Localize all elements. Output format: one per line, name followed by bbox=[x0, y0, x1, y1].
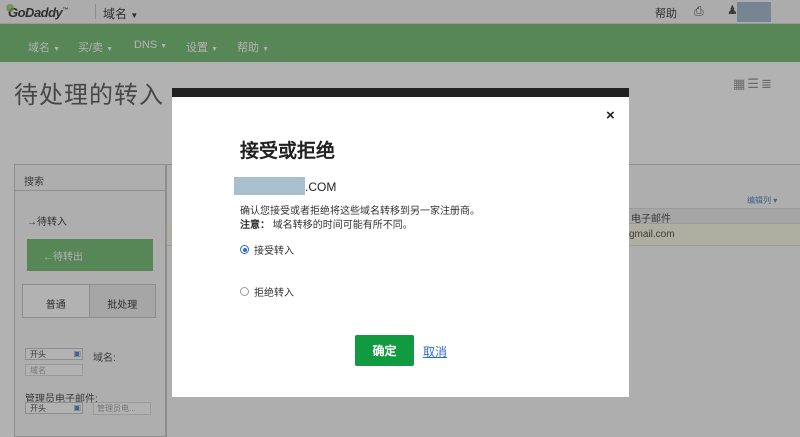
domain-suffix: .COM bbox=[305, 180, 337, 194]
accept-reject-dialog: × 接受或拒绝 .COM 确认您接受或者拒绝将这些域名转移到另一家注册商。 注意… bbox=[172, 88, 629, 397]
accept-label: 接受转入 bbox=[254, 246, 294, 257]
accept-radio[interactable] bbox=[240, 245, 249, 254]
close-icon[interactable]: × bbox=[606, 107, 615, 124]
accept-option[interactable]: 接受转入 bbox=[240, 242, 294, 257]
note-message: 注意： 域名转移的时间可能有所不同。 bbox=[240, 216, 413, 231]
note-label: 注意： bbox=[240, 220, 270, 231]
domain-name-redacted bbox=[234, 177, 305, 195]
reject-label: 拒绝转入 bbox=[254, 288, 294, 299]
cancel-link[interactable]: 取消 bbox=[423, 343, 447, 360]
note-body: 域名转移的时间可能有所不同。 bbox=[272, 220, 413, 231]
dialog-title: 接受或拒绝 bbox=[240, 141, 336, 162]
ok-button[interactable]: 确定 bbox=[355, 335, 414, 366]
reject-option[interactable]: 拒绝转入 bbox=[240, 284, 294, 299]
reject-radio[interactable] bbox=[240, 287, 249, 296]
confirm-message: 确认您接受或者拒绝将这些域名转移到另一家注册商。 bbox=[240, 206, 480, 217]
